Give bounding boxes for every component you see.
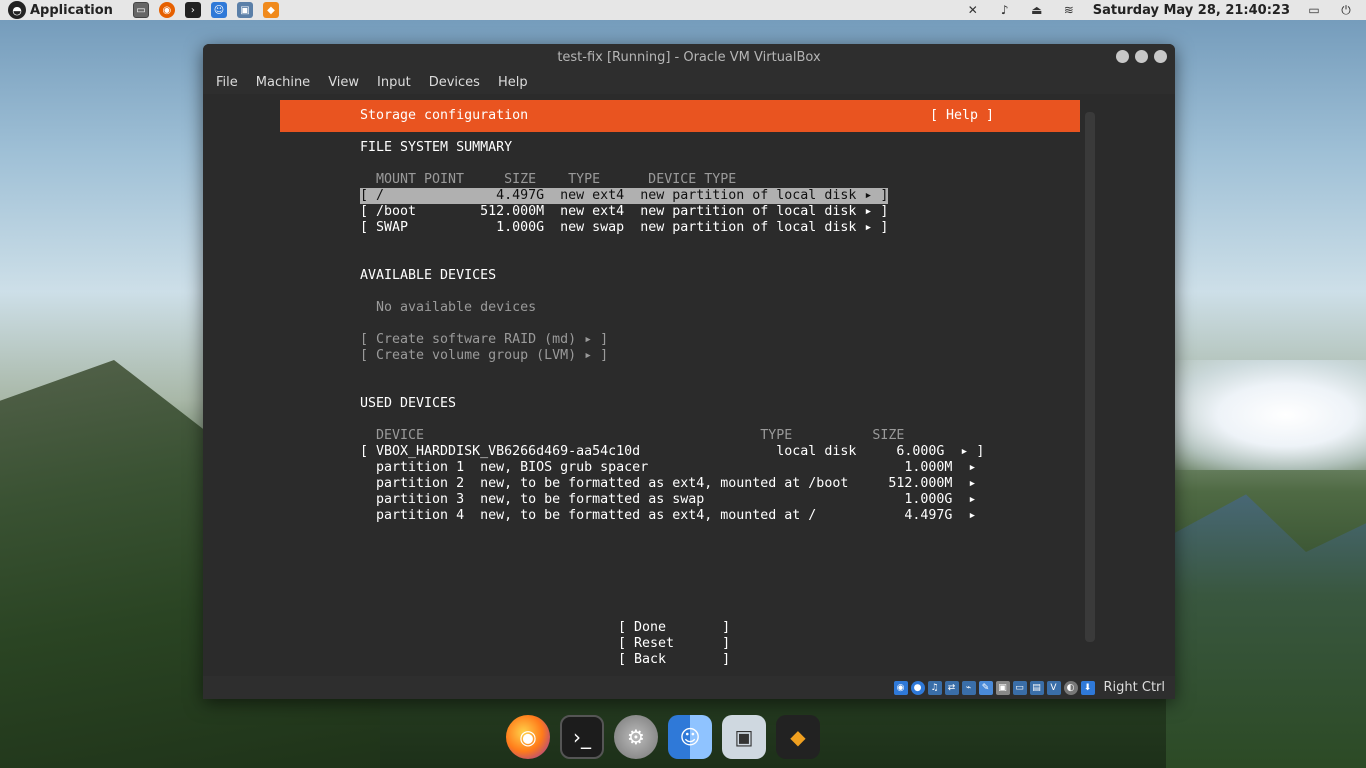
fs-column-headers: MOUNT POINT SIZE TYPE DEVICE TYPE	[376, 172, 737, 187]
close-button[interactable]	[1154, 50, 1167, 63]
power-icon[interactable]: ⏻	[1338, 3, 1354, 17]
pen-off-icon[interactable]: ✕	[965, 3, 981, 17]
create-raid-button[interactable]: [ Create software RAID (md) ▸ ]	[360, 332, 608, 348]
no-devices-text: No available devices	[376, 300, 537, 315]
terminal-icon[interactable]: ›	[184, 2, 201, 18]
window-menubar: File Machine View Input Devices Help	[203, 70, 1175, 94]
audio-icon[interactable]: ♫	[927, 680, 942, 695]
menu-help[interactable]: Help	[489, 75, 537, 90]
fs-summary-heading: FILE SYSTEM SUMMARY	[360, 140, 513, 155]
done-button[interactable]: [ Done ]	[618, 620, 730, 636]
virtualization-icon[interactable]: V	[1046, 680, 1061, 695]
create-lvm-button[interactable]: [ Create volume group (LVM) ▸ ]	[360, 348, 608, 364]
usb-icon[interactable]: ⌁	[961, 680, 976, 695]
installer-title: Storage configuration	[360, 108, 529, 123]
dock-tux-icon[interactable]: ◆	[776, 715, 820, 759]
window-controls	[1116, 50, 1167, 63]
used-row-disk[interactable]: [ VBOX_HARDDISK_VB6266d469-aa54c10d loca…	[360, 444, 984, 460]
fs-row-swap[interactable]: [ SWAP 1.000G new swap new partition of …	[360, 220, 888, 236]
menu-file[interactable]: File	[207, 75, 247, 90]
top-panel: ◓ Application ▭ ◉ › ☺ ▣ ◆ ✕ ♪ ⏏ ≋ Saturd…	[0, 0, 1366, 20]
dock: ◉ ›_ ⚙ ☺ ▣ ◆	[506, 712, 820, 762]
reset-button[interactable]: [ Reset ]	[618, 636, 730, 652]
dock-settings-icon[interactable]: ⚙	[614, 715, 658, 759]
screenshot-icon[interactable]: ▣	[236, 2, 253, 18]
fs-row-root[interactable]: [ / 4.497G new ext4 new partition of loc…	[360, 188, 889, 204]
host-key-label: Right Ctrl	[1103, 680, 1166, 695]
tux-icon[interactable]: ◆	[262, 2, 279, 18]
menu-machine[interactable]: Machine	[247, 75, 319, 90]
used-row-partition-2[interactable]: partition 2 new, to be formatted as ext4…	[360, 476, 976, 492]
finder-icon[interactable]: ☺	[210, 2, 227, 18]
drive-icon[interactable]: ⏏	[1029, 3, 1045, 17]
battery-icon[interactable]: ▭	[1306, 3, 1322, 17]
menu-view[interactable]: View	[319, 75, 368, 90]
vm-statusbar: ◉ ● ♫ ⇄ ⌁ ✎ ▣ ▭ ▤ V ◐ ⬇ Right Ctrl	[203, 676, 1175, 699]
used-row-partition-4[interactable]: partition 4 new, to be formatted as ext4…	[360, 508, 976, 524]
show-desktop-icon[interactable]: ▭	[132, 2, 149, 18]
window-titlebar[interactable]: test-fix [Running] - Oracle VM VirtualBo…	[203, 44, 1175, 70]
used-row-partition-3[interactable]: partition 3 new, to be formatted as swap…	[360, 492, 976, 508]
back-button[interactable]: [ Back ]	[618, 652, 730, 668]
menu-devices[interactable]: Devices	[420, 75, 489, 90]
application-menu-label: Application	[30, 2, 113, 18]
used-row-partition-1[interactable]: partition 1 new, BIOS grub spacer 1.000M…	[360, 460, 976, 476]
dock-terminal-icon[interactable]: ›_	[560, 715, 604, 759]
host-key-arrow-icon[interactable]: ⬇	[1080, 680, 1095, 695]
firefox-icon[interactable]: ◉	[158, 2, 175, 18]
hard-disk-icon[interactable]: ◉	[893, 680, 908, 695]
optical-drive-icon[interactable]: ●	[910, 680, 925, 695]
wifi-icon[interactable]: ≋	[1061, 3, 1077, 17]
dock-firefox-icon[interactable]: ◉	[506, 715, 550, 759]
mouse-integration-icon[interactable]: ◐	[1063, 680, 1078, 695]
clock[interactable]: Saturday May 28, 21:40:23	[1093, 3, 1290, 18]
vm-display-area: Storage configuration [ Help ] FILE SYST…	[203, 94, 1175, 677]
system-tray: ✕ ♪ ⏏ ≋ Saturday May 28, 21:40:23 ▭ ⏻	[965, 3, 1366, 18]
app-logo-icon: ◓	[8, 1, 26, 19]
vm-scrollbar[interactable]	[1085, 112, 1095, 642]
window-title: test-fix [Running] - Oracle VM VirtualBo…	[557, 49, 821, 65]
used-devices-heading: USED DEVICES	[360, 396, 457, 411]
dock-finder-icon[interactable]: ☺	[668, 715, 712, 759]
volume-icon[interactable]: ♪	[997, 3, 1013, 17]
minimize-button[interactable]	[1116, 50, 1129, 63]
vm-screen[interactable]: Storage configuration [ Help ] FILE SYST…	[280, 100, 1080, 677]
virtualbox-window: test-fix [Running] - Oracle VM VirtualBo…	[203, 44, 1175, 699]
shared-folders-icon[interactable]: ✎	[978, 680, 993, 695]
background-mountain-right	[1166, 494, 1366, 768]
help-button[interactable]: [ Help ]	[930, 108, 994, 124]
maximize-button[interactable]	[1135, 50, 1148, 63]
display-icon[interactable]: ▣	[995, 680, 1010, 695]
fs-row-boot[interactable]: [ /boot 512.000M new ext4 new partition …	[360, 204, 888, 220]
screen-icon[interactable]: ▤	[1029, 680, 1044, 695]
video-capture-icon[interactable]: ▭	[1012, 680, 1027, 695]
menu-input[interactable]: Input	[368, 75, 420, 90]
available-devices-heading: AVAILABLE DEVICES	[360, 268, 497, 283]
panel-launchers: ▭ ◉ › ☺ ▣ ◆	[132, 2, 279, 18]
application-menu[interactable]: ◓ Application	[0, 1, 113, 19]
network-icon[interactable]: ⇄	[944, 680, 959, 695]
dock-screenshot-icon[interactable]: ▣	[722, 715, 766, 759]
used-column-headers: DEVICE TYPE SIZE	[376, 428, 905, 443]
background-clouds	[1166, 360, 1366, 470]
